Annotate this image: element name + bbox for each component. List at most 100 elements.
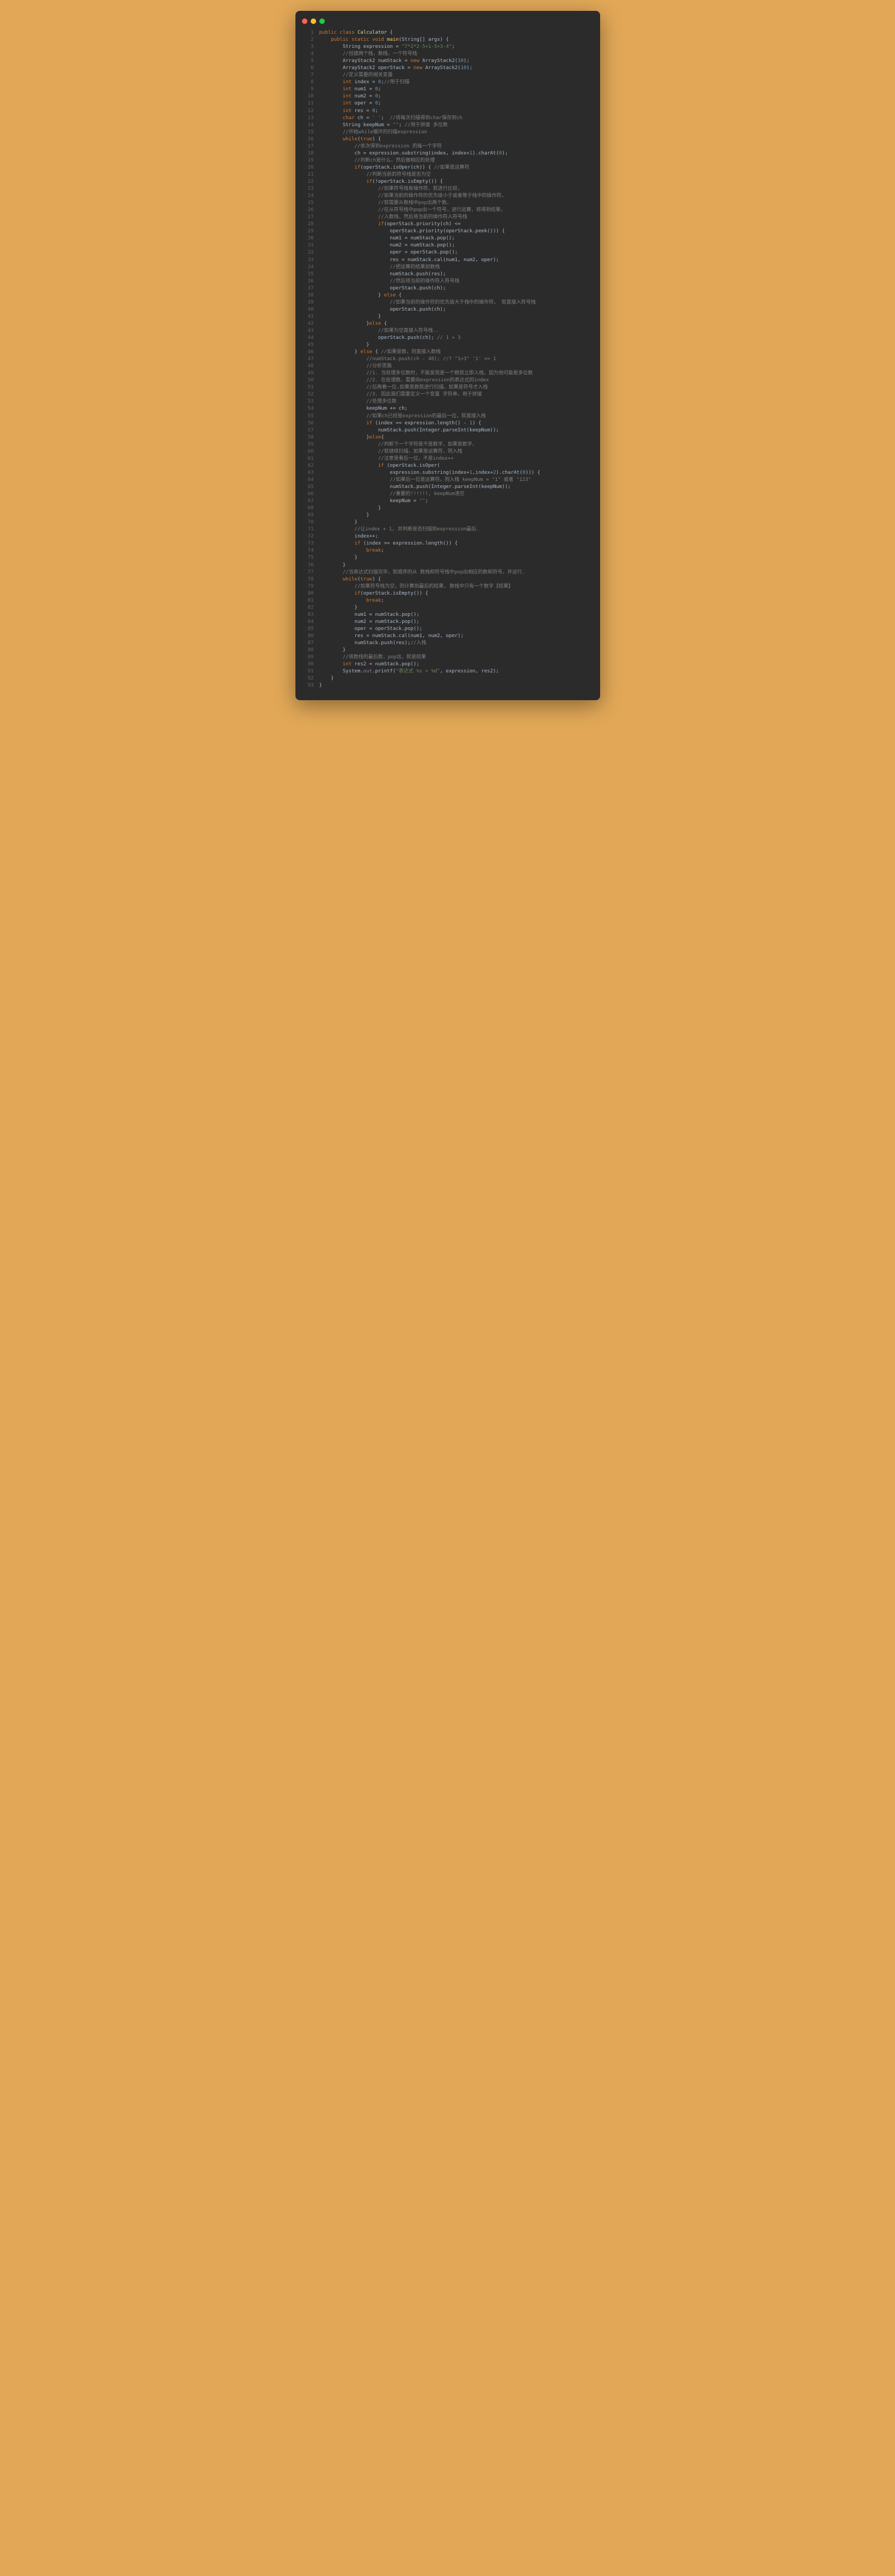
line-content: numStack.push(res); — [319, 271, 446, 278]
line-number: 14 — [302, 122, 314, 129]
line-number: 6 — [302, 65, 314, 72]
line-number: 91 — [302, 668, 314, 675]
line-content: //入数栈，然后将当前的操作符入符号栈 — [319, 214, 467, 221]
line-number: 42 — [302, 320, 314, 328]
line-number: 33 — [302, 257, 314, 264]
code-line: 12 int res = 0; — [302, 108, 594, 115]
code-line: 70 } — [302, 519, 594, 526]
line-content: res = numStack.cal(num1, num2, oper); — [319, 257, 499, 264]
line-content: oper = operStack.pop(); — [319, 249, 458, 256]
line-number: 72 — [302, 533, 314, 540]
line-number: 54 — [302, 405, 314, 412]
code-line: 58 }else{ — [302, 434, 594, 441]
line-number: 45 — [302, 342, 314, 349]
code-line: 5 ArrayStack2 numStack = new ArrayStack2… — [302, 58, 594, 65]
line-number: 48 — [302, 363, 314, 370]
line-content: }else { — [319, 320, 387, 328]
line-content: //如果后一位是运算符，则入栈 keepNum = "1" 或者 "123" — [319, 477, 532, 484]
code-line: 78 while(true) { — [302, 576, 594, 583]
code-line: 30 num1 = numStack.pop(); — [302, 235, 594, 242]
close-icon[interactable] — [302, 18, 307, 24]
line-content: keepNum = ""; — [319, 498, 429, 505]
line-number: 46 — [302, 349, 314, 356]
line-number: 76 — [302, 562, 314, 569]
line-content: int num2 = 0; — [319, 93, 381, 100]
line-number: 61 — [302, 455, 314, 462]
line-number: 40 — [302, 306, 314, 313]
line-content: //依次得到expression 的每一个字符 — [319, 143, 442, 150]
line-content: //然后将当前的操作符入符号栈 — [319, 278, 460, 285]
line-content: //就需要从数栈中pop出两个数， — [319, 200, 452, 207]
line-content: index++; — [319, 533, 378, 540]
line-number: 26 — [302, 207, 314, 214]
line-number: 41 — [302, 313, 314, 320]
line-content: String keepNum = ""; //用于拼接 多位数 — [319, 122, 448, 129]
line-number: 83 — [302, 611, 314, 619]
line-content: if (index >= expression.length()) { — [319, 540, 458, 547]
line-content: if (index == expression.length() - 1) { — [319, 420, 482, 427]
line-number: 17 — [302, 143, 314, 150]
line-content: } — [319, 675, 334, 682]
code-line: 83 num1 = numStack.pop(); — [302, 611, 594, 619]
line-number: 77 — [302, 569, 314, 576]
code-line: 23 //如果符号栈有操作符，就进行比较， — [302, 186, 594, 193]
minimize-icon[interactable] — [311, 18, 316, 24]
code-line: 48 //分析思路 — [302, 363, 594, 370]
code-line: 60 //就继续扫描，如果是运算符，则入栈 — [302, 448, 594, 455]
code-line: 16 while(true) { — [302, 136, 594, 143]
code-line: 36 //然后将当前的操作符入符号栈 — [302, 278, 594, 285]
line-content: //分析思路 — [319, 363, 392, 370]
code-line: 82 } — [302, 604, 594, 611]
line-content: num1 = numStack.pop(); — [319, 235, 455, 242]
line-number: 15 — [302, 129, 314, 136]
code-line: 80 if(operStack.isEmpty()) { — [302, 590, 594, 597]
code-line: 22 if(!operStack.isEmpty()) { — [302, 178, 594, 186]
line-content: //后再看一位,如果是数就进行扫描，如果是符号才入栈 — [319, 384, 488, 391]
line-number: 8 — [302, 79, 314, 86]
line-number: 32 — [302, 249, 314, 256]
line-content: if(!operStack.isEmpty()) { — [319, 178, 443, 186]
line-number: 58 — [302, 434, 314, 441]
code-line: 1public class Calculator { — [302, 29, 594, 36]
line-number: 85 — [302, 626, 314, 633]
line-content: //在从符号栈中pop出一个符号，进行运算，将得到结果， — [319, 207, 505, 214]
code-line: 71 //让index + 1, 并判断是否扫描到expression最后. — [302, 526, 594, 533]
line-content: ch = expression.substring(index, index+1… — [319, 150, 508, 157]
line-content: //当表达式扫描完毕，就顺序的从 数栈和符号栈中pop出相应的数和符号，并运行. — [319, 569, 525, 576]
line-content: keepNum += ch; — [319, 405, 408, 412]
code-line: 86 res = numStack.cal(num1, num2, oper); — [302, 633, 594, 640]
line-content: //如果ch已经是expression的最后一位，就直接入栈 — [319, 413, 486, 420]
line-content: operStack.push(ch); — [319, 285, 446, 292]
line-number: 12 — [302, 108, 314, 115]
code-line: 45 } — [302, 342, 594, 349]
line-number: 62 — [302, 462, 314, 470]
code-line: 90 int res2 = numStack.pop(); — [302, 661, 594, 668]
code-line: 15 //开始while循环的扫描expression — [302, 129, 594, 136]
titlebar — [295, 16, 600, 29]
code-line: 65 numStack.push(Integer.parseInt(keepNu… — [302, 484, 594, 491]
line-number: 52 — [302, 391, 314, 398]
line-number: 84 — [302, 619, 314, 626]
line-number: 37 — [302, 285, 314, 292]
line-number: 16 — [302, 136, 314, 143]
line-content: if(operStack.isEmpty()) { — [319, 590, 429, 597]
line-content: } — [319, 682, 322, 689]
code-line: 43 //如果为空直接入符号栈.. — [302, 328, 594, 335]
code-line: 18 ch = expression.substring(index, inde… — [302, 150, 594, 157]
line-content: //判断ch是什么，然后做相应的处理 — [319, 157, 435, 164]
code-line: 87 numStack.push(res);//入栈 — [302, 640, 594, 647]
line-number: 3 — [302, 44, 314, 51]
code-line: 75 } — [302, 554, 594, 561]
line-content: res = numStack.cal(num1, num2, oper); — [319, 633, 464, 640]
line-number: 82 — [302, 604, 314, 611]
code-line: 27 //入数栈，然后将当前的操作符入符号栈 — [302, 214, 594, 221]
line-content: } — [319, 505, 381, 512]
line-number: 65 — [302, 484, 314, 491]
line-number: 18 — [302, 150, 314, 157]
line-content: ArrayStack2 operStack = new ArrayStack2(… — [319, 65, 473, 72]
code-line: 66 //重要的!!!!!!, keepNum清空 — [302, 491, 594, 498]
code-line: 41 } — [302, 313, 594, 320]
maximize-icon[interactable] — [319, 18, 325, 24]
line-number: 71 — [302, 526, 314, 533]
line-content: } — [319, 512, 369, 519]
